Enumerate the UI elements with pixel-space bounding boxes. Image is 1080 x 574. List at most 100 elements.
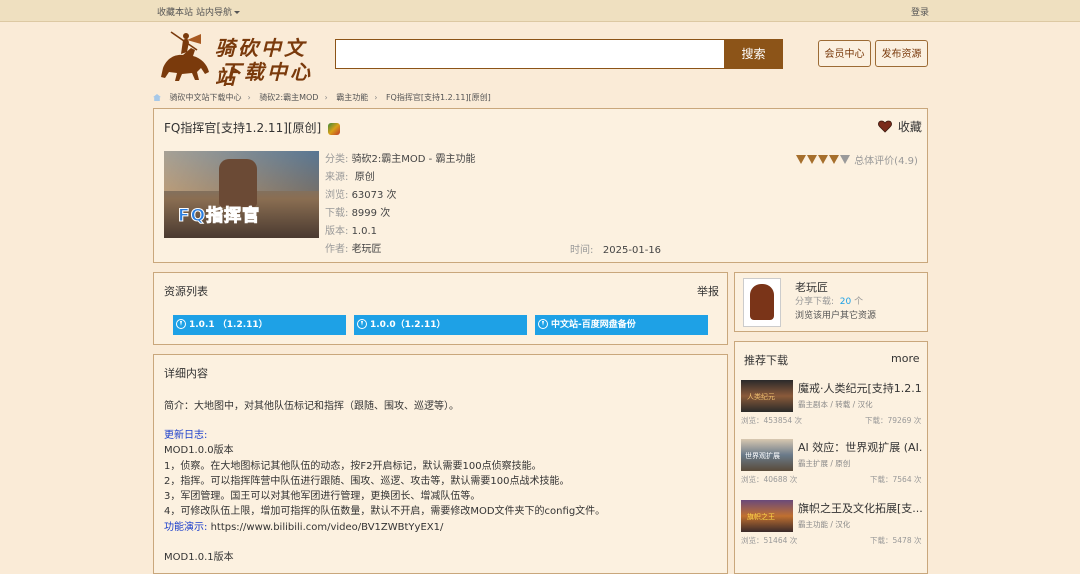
field-value: 2025-01-16: [602, 245, 662, 256]
version-heading: MOD1.0.1版本: [164, 552, 234, 564]
item-downloads: 下载：5478 次: [870, 536, 922, 545]
author-other-resources-link[interactable]: 浏览该用户其它资源: [795, 308, 876, 321]
item-title[interactable]: 旗帜之王及文化拓展[支...: [798, 500, 923, 516]
badge-icon: [328, 122, 341, 135]
site-logo[interactable]: 骑砍中文站 下载中心: [157, 28, 322, 89]
home-icon[interactable]: [153, 94, 161, 101]
breadcrumb: 骑砍中文站下载中心 › 骑砍2:霸主MOD › 霸主功能 › FQ指挥官[支持1.2.…: [153, 92, 497, 103]
rating-star-icon: [840, 155, 850, 164]
download-icon: [357, 319, 367, 329]
download-button[interactable]: 1.0.1 （1.2.11）: [173, 315, 346, 335]
demo-url-link[interactable]: https://www.bilibili.com/video/BV1ZWBtYy…: [211, 522, 444, 533]
download-icon: [176, 319, 186, 329]
login-link[interactable]: 登录: [911, 5, 929, 18]
details-title: 详细内容: [164, 367, 208, 380]
download-button[interactable]: 1.0.0（1.2.11）: [354, 315, 527, 335]
breadcrumb-separator: ›: [324, 93, 328, 102]
member-center-button[interactable]: 会员中心: [818, 40, 871, 67]
resource-title-text: FQ指挥官[支持1.2.11][原创]: [164, 121, 322, 135]
rating-star-icon: [818, 155, 828, 164]
resource-thumbnail[interactable]: FQ指挥官: [164, 151, 319, 238]
item-downloads: 下载：7564 次: [870, 475, 922, 484]
download-label: 1.0.1 （1.2.11）: [189, 320, 268, 330]
report-link[interactable]: 举报: [697, 283, 719, 299]
changelog-item: 2，指挥。可以指挥阵营中队伍进行跟随、围攻、巡逻、攻击等，默认需要100点战术技…: [164, 475, 570, 487]
chevron-down-icon: [234, 11, 241, 14]
rating-star-icon: [807, 155, 817, 164]
share-label: 分享下载:: [795, 297, 835, 307]
download-label: 1.0.0（1.2.11）: [370, 320, 446, 330]
heart-icon: [878, 120, 892, 133]
field-value: 原创: [354, 172, 375, 183]
field-label: 分类:: [325, 154, 349, 165]
field-author: 作者: 老玩匠: [325, 241, 475, 259]
avatar-shield: [750, 284, 774, 320]
site-nav-dropdown[interactable]: 站内导航: [196, 5, 241, 18]
thumbnail-text: 人类纪元: [747, 393, 775, 401]
item-views: 浏览：40688 次: [741, 475, 798, 484]
recommend-panel: 推荐下载 more 人类纪元 魔戒·人类纪元[支持1.2.1... 霸主剧本 /…: [734, 341, 928, 574]
thumbnail-text: FQ指挥官: [177, 206, 261, 227]
breadcrumb-item[interactable]: 霸主功能: [336, 93, 368, 102]
field-time: 时间: 2025-01-16: [570, 241, 661, 256]
changelog-label: 更新日志:: [164, 430, 208, 441]
field-value: 1.0.1: [351, 226, 378, 237]
version-heading: MOD1.0.0版本: [164, 445, 234, 457]
field-downloads: 下载: 8999 次: [325, 205, 475, 223]
resource-title: FQ指挥官[支持1.2.11][原创]: [164, 119, 341, 136]
search-input[interactable]: [335, 39, 724, 69]
resource-list-title: 资源列表: [164, 285, 208, 298]
item-title[interactable]: AI 效应：世界观扩展 (AI...: [798, 439, 923, 455]
breadcrumb-item[interactable]: 骑砍中文站下载中心: [170, 93, 242, 102]
breadcrumb-separator: ›: [247, 93, 251, 102]
rating-star-icon: [796, 155, 806, 164]
resource-info-panel: FQ指挥官[支持1.2.11][原创] 收藏 FQ指挥官 分类: 骑砍2:霸主M…: [153, 108, 928, 263]
item-tags: 霸主剧本 / 转载 / 汉化: [798, 400, 873, 409]
item-tags: 霸主扩展 / 原创: [798, 459, 851, 468]
field-value[interactable]: 老玩匠: [352, 244, 382, 255]
recommend-more-link[interactable]: more: [891, 352, 920, 365]
download-label: 中文站-百度网盘备份: [551, 320, 636, 330]
rating-label: 总体评价(4.9): [854, 156, 918, 167]
resource-fields: 分类: 骑砍2:霸主MOD - 霸主功能 来源: 原创 浏览: 63073 次 …: [325, 151, 475, 259]
field-views: 浏览: 63073 次: [325, 187, 475, 205]
top-bar: 收藏本站 站内导航 登录: [0, 0, 1080, 22]
field-label: 时间:: [570, 245, 594, 256]
publish-resource-button[interactable]: 发布资源: [875, 40, 928, 67]
field-label: 下载:: [325, 208, 349, 219]
item-title[interactable]: 魔戒·人类纪元[支持1.2.1...: [798, 380, 923, 396]
author-name[interactable]: 老玩匠: [795, 279, 828, 295]
changelog-item: 3，军团管理。国王可以对其他军团进行管理，更换团长、增减队伍等。: [164, 491, 481, 503]
field-value[interactable]: 骑砍2:霸主MOD - 霸主功能: [352, 154, 476, 165]
recommend-title: 推荐下载: [744, 354, 788, 367]
item-thumbnail: 旗帜之王: [741, 500, 793, 532]
item-tags: 霸主功能 / 汉化: [798, 520, 851, 529]
search-button[interactable]: 搜索: [724, 39, 783, 69]
logo-line-2: 下载中心: [221, 60, 313, 84]
breadcrumb-item[interactable]: 骑砍2:霸主MOD: [259, 93, 318, 102]
favorite-site-link[interactable]: 收藏本站: [157, 5, 193, 18]
field-category: 分类: 骑砍2:霸主MOD - 霸主功能: [325, 151, 475, 169]
details-intro: 简介：大地图中，对其他队伍标记和指挥（跟随、围攻、巡逻等）。: [164, 401, 459, 412]
item-downloads: 下载：79269 次: [865, 416, 922, 425]
field-label: 作者:: [325, 244, 349, 255]
changelog-item: 1，侦察。在大地图标记其他队伍的动态，按F2开启标记，默认需要100点侦察技能。: [164, 460, 542, 472]
details-panel: 详细内容 简介：大地图中，对其他队伍标记和指挥（跟随、围攻、巡逻等）。 更新日志…: [153, 354, 728, 574]
changelog-item: 4，可修改队伍上限，增加可指挥的队伍数量，默认不开启，需要修改MOD文件夹下的c…: [164, 506, 606, 518]
rating: 总体评价(4.9): [796, 152, 918, 167]
demo-label: 功能演示:: [164, 521, 208, 533]
thumbnail-text: 旗帜之王: [747, 513, 775, 521]
favorite-button[interactable]: 收藏: [878, 118, 922, 135]
site-nav-label: 站内导航: [196, 8, 233, 18]
thumbnail-figure: [219, 159, 257, 207]
favorite-label: 收藏: [897, 120, 922, 134]
field-label: 来源:: [325, 172, 349, 183]
breadcrumb-item[interactable]: FQ指挥官[支持1.2.11][原创]: [386, 93, 491, 102]
avatar[interactable]: [743, 278, 781, 327]
knight-horse-icon: [161, 31, 209, 81]
item-thumbnail: 世界观扩展: [741, 439, 793, 471]
demo-line: 功能演示: https://www.bilibili.com/video/BV1…: [164, 520, 605, 535]
item-views: 浏览：453854 次: [741, 416, 803, 425]
download-button[interactable]: 中文站-百度网盘备份: [535, 315, 708, 335]
item-views: 浏览：51464 次: [741, 536, 798, 545]
